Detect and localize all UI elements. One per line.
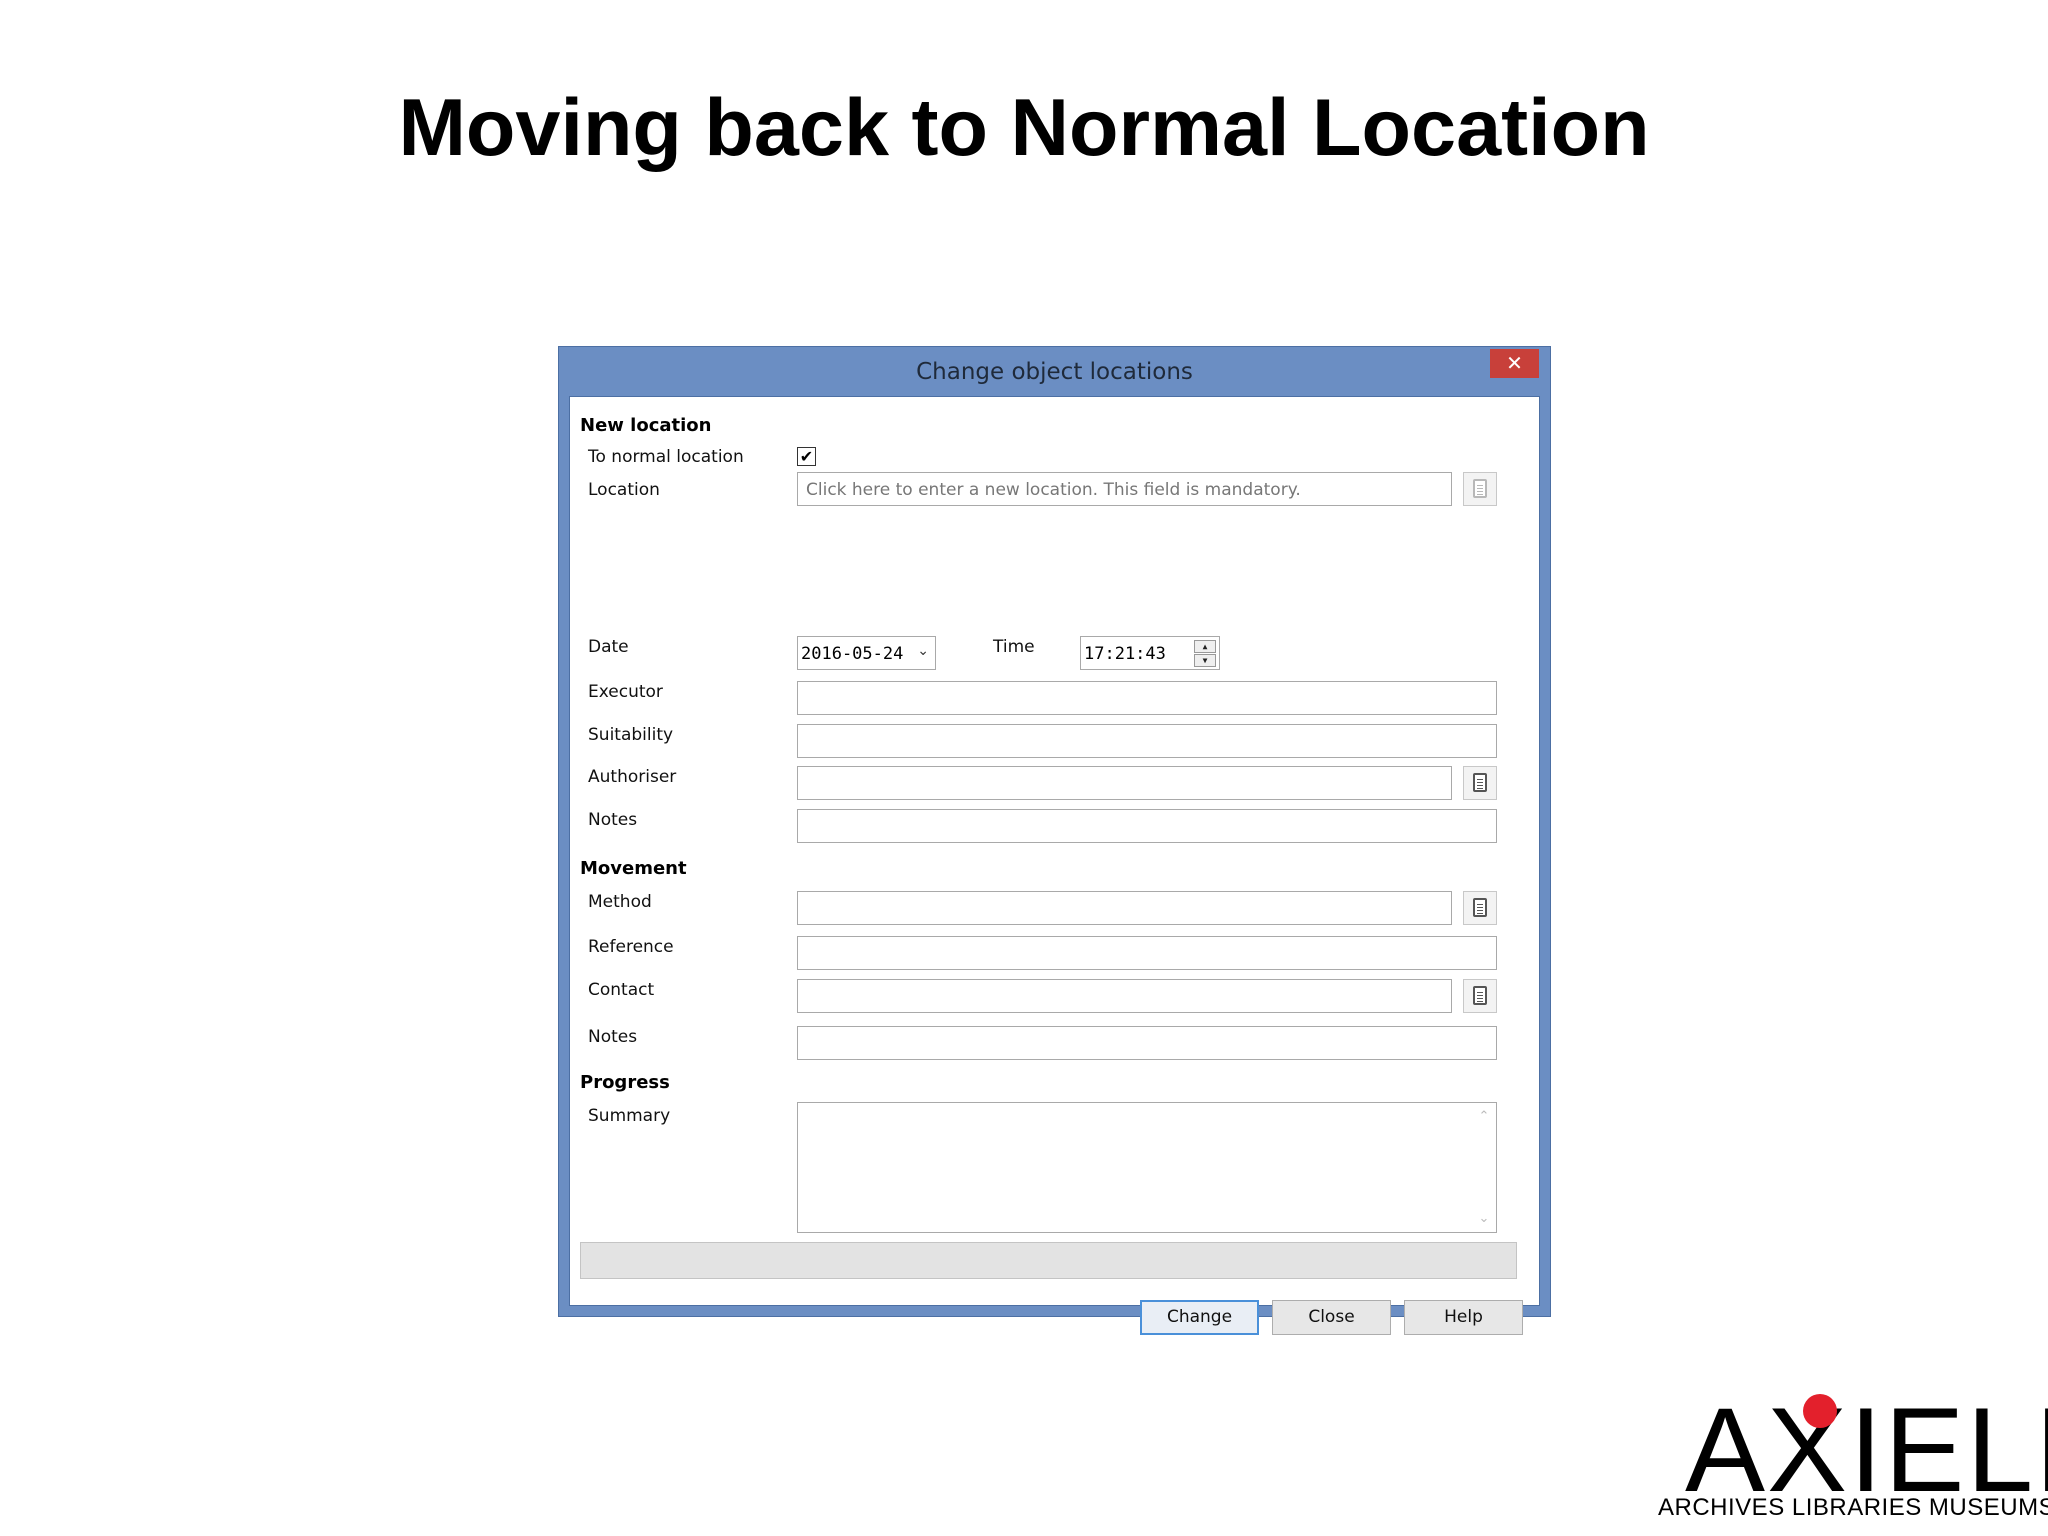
notes-input[interactable]: [797, 809, 1497, 843]
time-value: 17:21:43: [1084, 644, 1166, 664]
spin-up-icon[interactable]: ▲: [1194, 640, 1216, 653]
notes-label: Notes: [588, 810, 638, 830]
summary-label: Summary: [588, 1106, 671, 1126]
time-spinner[interactable]: ▲ ▼: [1194, 640, 1216, 667]
dialog-titlebar[interactable]: Change object locations ✕: [559, 347, 1550, 396]
change-button[interactable]: Change: [1140, 1300, 1259, 1335]
lookup-list-icon: [1473, 479, 1487, 498]
to-normal-location-checkbox[interactable]: ✔: [797, 447, 816, 466]
summary-scrollbar[interactable]: ⌃ ⌄: [1478, 1109, 1490, 1226]
summary-textarea[interactable]: ⌃ ⌄: [797, 1102, 1497, 1233]
authoriser-input[interactable]: [797, 766, 1452, 800]
logo-wordmark: AXIELL: [1685, 1383, 2048, 1517]
suitability-label: Suitability: [588, 725, 674, 745]
lookup-list-icon: [1473, 898, 1487, 917]
change-object-locations-dialog: Change object locations ✕ New location T…: [558, 346, 1551, 1335]
date-value: 2016-05-24: [801, 644, 904, 664]
close-icon[interactable]: ✕: [1490, 349, 1539, 378]
help-button[interactable]: Help: [1404, 1300, 1523, 1335]
section-movement: Movement: [580, 858, 687, 879]
lookup-list-icon: [1473, 986, 1487, 1005]
executor-label: Executor: [588, 682, 663, 702]
status-bar: [580, 1242, 1517, 1279]
reference-input[interactable]: [797, 936, 1497, 970]
method-label: Method: [588, 892, 652, 912]
date-picker[interactable]: 2016-05-24 ⌄: [797, 636, 936, 670]
date-label: Date: [588, 637, 629, 657]
movement-notes-label: Notes: [588, 1027, 638, 1047]
logo-red-dot: [1803, 1394, 1837, 1428]
scroll-down-icon[interactable]: ⌄: [1478, 1211, 1490, 1226]
spin-down-icon[interactable]: ▼: [1194, 654, 1216, 667]
executor-input[interactable]: [797, 681, 1497, 715]
suitability-input[interactable]: [797, 724, 1497, 758]
axiell-logo: AXIELL ARCHIVES LIBRARIES MUSEUMS: [1640, 1390, 2048, 1530]
time-input[interactable]: 17:21:43 ▲ ▼: [1080, 636, 1220, 670]
movement-notes-input[interactable]: [797, 1026, 1497, 1060]
chevron-down-icon[interactable]: ⌄: [917, 643, 929, 659]
location-lookup-button[interactable]: [1463, 472, 1497, 506]
lookup-list-icon: [1473, 773, 1487, 792]
scroll-up-icon[interactable]: ⌃: [1478, 1109, 1490, 1124]
location-label: Location: [588, 480, 660, 500]
contact-lookup-button[interactable]: [1463, 979, 1497, 1013]
section-progress: Progress: [580, 1072, 670, 1093]
method-lookup-button[interactable]: [1463, 891, 1497, 925]
logo-tagline: ARCHIVES LIBRARIES MUSEUMS: [1658, 1494, 2048, 1521]
dialog-body: New location To normal location ✔ Locati…: [569, 396, 1540, 1335]
location-input[interactable]: Click here to enter a new location. This…: [797, 472, 1452, 506]
time-label: Time: [993, 637, 1035, 657]
close-button[interactable]: Close: [1272, 1300, 1391, 1335]
contact-label: Contact: [588, 980, 655, 1000]
contact-input[interactable]: [797, 979, 1452, 1013]
dialog-title: Change object locations: [916, 359, 1193, 385]
to-normal-location-label: To normal location: [588, 447, 744, 467]
method-input[interactable]: [797, 891, 1452, 925]
reference-label: Reference: [588, 937, 674, 957]
section-new-location: New location: [580, 415, 712, 436]
slide-title: Moving back to Normal Location: [398, 83, 1650, 173]
authoriser-lookup-button[interactable]: [1463, 766, 1497, 800]
authoriser-label: Authoriser: [588, 767, 677, 787]
